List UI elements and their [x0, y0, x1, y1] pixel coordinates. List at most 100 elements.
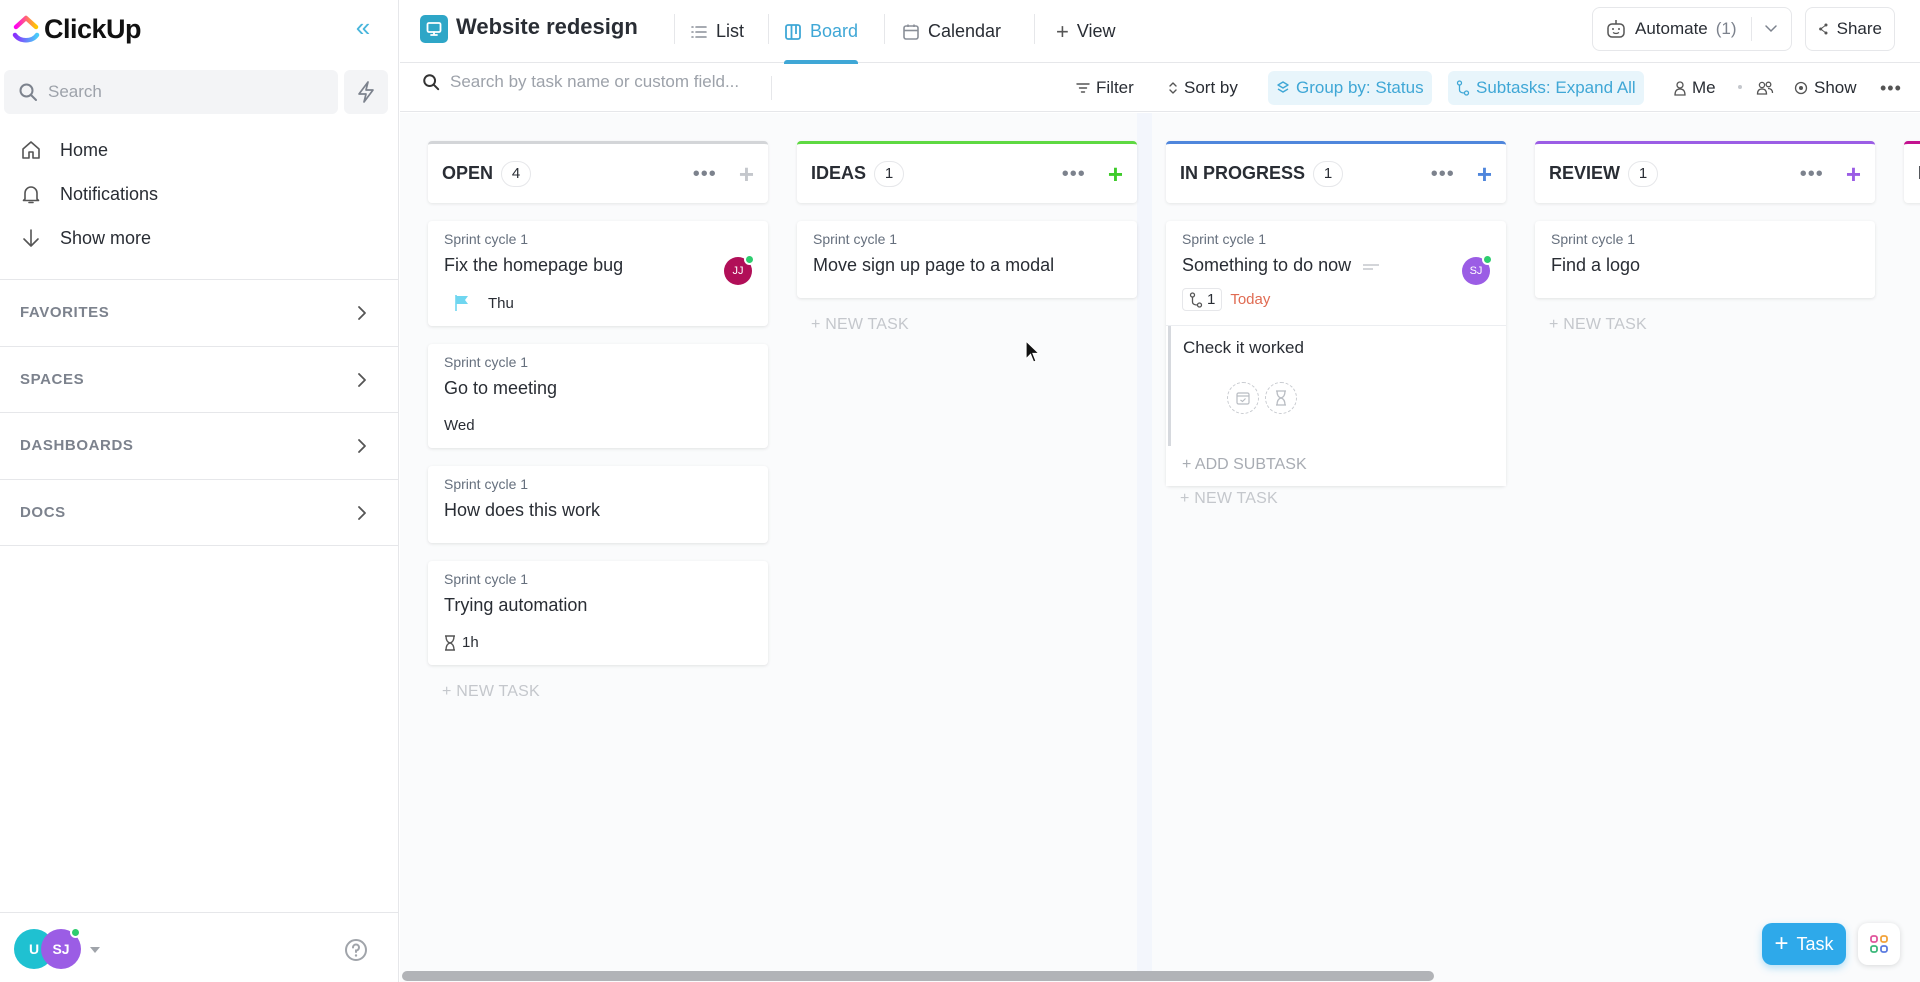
quick-actions-button[interactable] — [344, 70, 388, 114]
column-count: 1 — [1628, 160, 1659, 187]
monitor-icon — [426, 22, 442, 36]
add-task-plus-icon[interactable]: + — [1846, 161, 1861, 187]
share-button[interactable]: Share — [1805, 7, 1895, 51]
sidebar-item-show-more[interactable]: Show more — [20, 216, 158, 260]
due-date[interactable]: Today — [1230, 291, 1270, 308]
assignees-button[interactable] — [1748, 71, 1782, 105]
new-task-button[interactable]: + NEW TASK — [1535, 316, 1875, 334]
tab-list[interactable]: List — [690, 0, 744, 63]
me-filter-button[interactable]: Me — [1666, 71, 1724, 105]
apps-grid-icon — [1870, 935, 1888, 953]
new-task-button[interactable]: + NEW TASK — [797, 316, 1137, 334]
sort-icon — [1169, 82, 1177, 94]
column-count: 1 — [1313, 160, 1344, 187]
task-card[interactable]: Sprint cycle 1 Go to meeting Wed — [428, 344, 768, 448]
automate-button[interactable]: Automate (1) — [1592, 7, 1792, 51]
add-view-button[interactable]: + View — [1056, 0, 1116, 63]
column-menu-icon[interactable]: ••• — [1062, 164, 1086, 184]
task-search[interactable] — [422, 72, 770, 92]
sidebar-item-label: Home — [60, 139, 109, 160]
sidebar-section-favorites[interactable]: FAVORITES — [0, 279, 398, 345]
section-label: DASHBOARDS — [20, 437, 134, 454]
divider — [768, 14, 769, 44]
new-task-fab[interactable]: + Task — [1762, 923, 1846, 965]
sidebar-search-input[interactable] — [48, 82, 318, 102]
help-icon — [345, 939, 367, 961]
sort-button[interactable]: Sort by — [1160, 71, 1246, 105]
subtask-count-badge[interactable]: 1 — [1182, 288, 1223, 311]
column-menu-icon[interactable]: ••• — [693, 164, 717, 184]
sidebar-section-spaces[interactable]: SPACES — [0, 346, 398, 412]
plus-icon: + — [1774, 930, 1789, 957]
clickup-logo[interactable]: ClickUp — [12, 14, 142, 45]
subtask-icon — [1456, 80, 1470, 96]
priority-flag-icon[interactable] — [454, 294, 470, 312]
column-header: IDEAS 1 ••• + — [797, 141, 1137, 203]
double-chevron-left-icon: « — [355, 12, 371, 42]
user-menu[interactable]: U SJ — [14, 927, 104, 971]
search-icon — [19, 83, 37, 101]
sidebar-item-home[interactable]: Home — [20, 128, 158, 172]
me-label: Me — [1692, 78, 1716, 97]
help-button[interactable] — [344, 938, 368, 962]
set-time-estimate-button[interactable] — [1265, 382, 1297, 414]
column-partial: D — [1904, 141, 1920, 203]
home-icon — [22, 141, 40, 159]
time-estimate[interactable]: 1h — [462, 634, 479, 651]
clickup-logo-icon — [12, 15, 40, 42]
board-toolbar: Filter Sort by Group by: Status Subtasks… — [400, 64, 1920, 112]
sidebar-search[interactable] — [4, 70, 338, 114]
assignee-avatar[interactable]: SJ — [1462, 254, 1493, 285]
show-button[interactable]: Show — [1786, 71, 1865, 105]
task-card[interactable]: Sprint cycle 1 Something to do now SJ 1 … — [1166, 221, 1506, 486]
sidebar-item-notifications[interactable]: Notifications — [20, 172, 158, 216]
project-icon — [420, 15, 448, 43]
add-task-plus-icon[interactable]: + — [1108, 161, 1123, 187]
column-menu-icon[interactable]: ••• — [1431, 164, 1455, 184]
sidebar-section-dashboards[interactable]: DASHBOARDS — [0, 412, 398, 478]
column-count: 1 — [874, 160, 905, 187]
chevron-right-icon — [358, 305, 366, 320]
task-card[interactable]: Sprint cycle 1 Find a logo — [1535, 221, 1875, 298]
assignee-avatar[interactable]: JJ — [724, 254, 755, 285]
filter-button[interactable]: Filter — [1068, 71, 1142, 105]
more-options-button[interactable]: ••• — [1872, 71, 1910, 105]
apps-button[interactable] — [1858, 923, 1900, 965]
new-task-button[interactable]: + NEW TASK — [428, 683, 768, 701]
caret-down-icon — [90, 947, 100, 953]
column-menu-icon[interactable]: ••• — [1800, 164, 1824, 184]
column-ideas: IDEAS 1 ••• + Sprint cycle 1 Move sign u… — [797, 141, 1137, 334]
add-task-plus-icon[interactable]: + — [739, 161, 754, 187]
description-icon — [1363, 264, 1380, 270]
subtask-card[interactable]: Check it worked + ADD SUBTASK — [1166, 325, 1506, 486]
sidebar-section-docs[interactable]: DOCS — [0, 479, 398, 545]
due-date[interactable]: Wed — [444, 417, 475, 434]
add-subtask-button[interactable]: + ADD SUBTASK — [1166, 446, 1506, 486]
calendar-icon — [903, 24, 919, 40]
task-card[interactable]: Sprint cycle 1 How does this work — [428, 466, 768, 543]
column-header: D — [1904, 141, 1920, 203]
eye-icon — [1794, 81, 1808, 95]
task-card[interactable]: Sprint cycle 1 Fix the homepage bug JJ T… — [428, 221, 768, 326]
column-title: OPEN — [442, 163, 494, 183]
chevron-down-icon[interactable] — [1764, 24, 1778, 34]
separator-dot — [1738, 85, 1742, 89]
tab-calendar[interactable]: Calendar — [902, 0, 1001, 63]
sidebar-footer: U SJ — [0, 912, 398, 982]
new-task-button[interactable]: + NEW TASK — [1166, 490, 1506, 508]
group-by-button[interactable]: Group by: Status — [1268, 71, 1432, 105]
horizontal-scrollbar[interactable] — [402, 971, 1434, 981]
subtasks-button[interactable]: Subtasks: Expand All — [1448, 71, 1644, 105]
set-due-date-button[interactable] — [1227, 382, 1259, 414]
collapse-sidebar-button[interactable]: « — [350, 14, 376, 40]
due-date[interactable]: Thu — [488, 295, 514, 312]
task-card[interactable]: Sprint cycle 1 Trying automation 1h — [428, 561, 768, 665]
task-search-input[interactable] — [450, 72, 770, 92]
task-card[interactable]: Sprint cycle 1 Move sign up page to a mo… — [797, 221, 1137, 298]
section-label: SPACES — [20, 371, 85, 388]
divider — [1750, 17, 1752, 41]
tab-board[interactable]: Board — [784, 0, 859, 64]
share-icon — [1819, 23, 1828, 35]
person-icon — [1674, 81, 1686, 96]
add-task-plus-icon[interactable]: + — [1477, 161, 1492, 187]
